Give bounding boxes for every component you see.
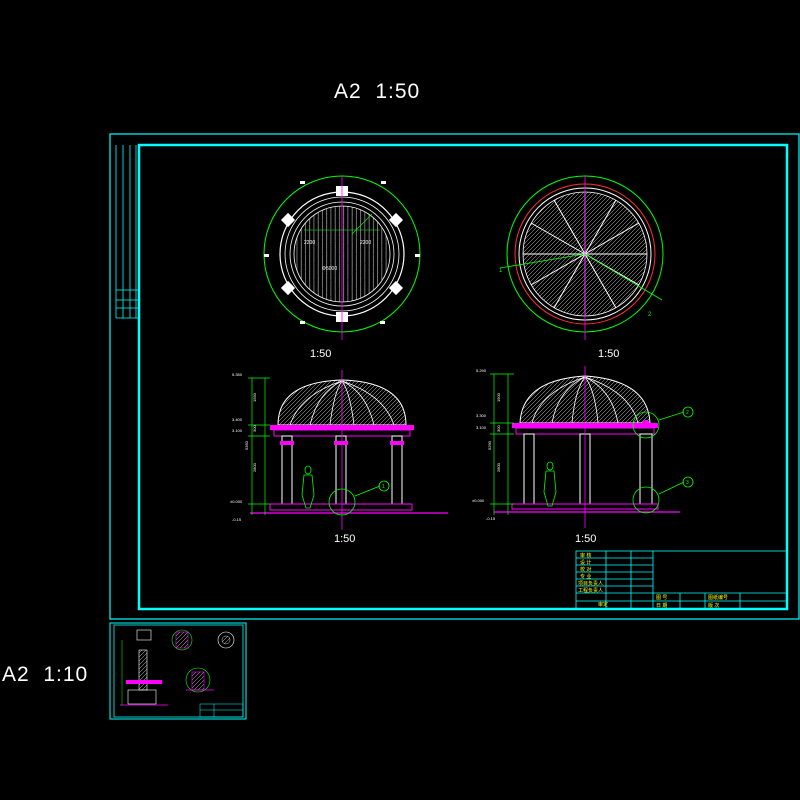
elevation-left: 1 5.350 3.400 3.100 ±0.000 -0.15 1550 30… [230, 370, 448, 530]
plan-dim-1: 2200 [304, 240, 315, 246]
elev-left-level-1: 5.350 [232, 372, 243, 377]
plan-right-scale: 1:50 [598, 348, 619, 360]
elev-right-callout-b: 3 [686, 480, 689, 486]
elev-right-dim-2: 300 [496, 425, 501, 432]
elevation-right-scale: 1:50 [575, 533, 596, 545]
elev-left-level-2: 3.400 [232, 417, 243, 422]
plan-left-scale: 1:50 [310, 348, 331, 360]
elev-right-level-4: ±0.000 [472, 498, 485, 503]
elev-left-level-5: -0.15 [232, 517, 242, 522]
elev-left-dim-1: 1550 [252, 392, 257, 402]
plan-floor-left: 2200 2200 Φ5000 [263, 175, 421, 340]
tb-row-4: 专 业 [580, 573, 591, 580]
tb-row-5: 项目负责人 [578, 580, 603, 587]
elev-right-dim-1: 1900 [496, 392, 501, 402]
tb-sheet-no: 图纸编号 [708, 594, 728, 601]
elevation-left-scale: 1:50 [334, 533, 355, 545]
elev-right-level-1: 5.290 [476, 368, 487, 373]
elev-left-callout: 1 [382, 484, 385, 490]
cad-drawing: 2200 2200 Φ5000 1 2 1:50 1:50 1 5.350 3.… [109, 133, 800, 720]
tb-row-2: 设 计 [580, 559, 591, 566]
main-sheet-frame [109, 133, 800, 620]
elev-right-level-3: 3.100 [476, 425, 487, 430]
plan-roof-right: 1 2 [499, 175, 664, 340]
binding-strip [115, 145, 139, 319]
elev-left-level-4: ±0.000 [230, 499, 243, 504]
plan-dim-dia: Φ5000 [322, 266, 337, 272]
elev-left-level-3: 3.100 [232, 428, 243, 433]
elev-right-dim-3: 2800 [496, 462, 501, 472]
section-marker-b: 2 [648, 312, 652, 318]
tb-row-3: 校 对 [580, 566, 591, 573]
tb-approve: 审定 [598, 601, 608, 608]
elev-right-level-5: -0.15 [486, 516, 496, 521]
elev-left-dim-3: 2800 [252, 462, 257, 472]
title-block: 审 核 设 计 校 对 专 业 项目负责人 工程负责人 审定 图 号 日 期 图… [575, 550, 788, 610]
tb-row-6: 工程负责人 [578, 587, 603, 594]
tb-version: 版 次 [708, 602, 719, 609]
plan-dim-2: 2200 [360, 240, 371, 246]
elevation-right: 2 3 5.290 3.300 3.100 ±0.000 -0.15 1900 … [472, 366, 694, 528]
elev-right-callout-a: 2 [686, 410, 689, 416]
elev-right-level-2: 3.300 [476, 413, 487, 418]
elev-right-dim-4: 5290 [487, 440, 492, 450]
section-marker-a: 1 [499, 268, 503, 274]
elev-left-dim-4: 5350 [244, 440, 249, 450]
elev-left-dim-2: 300 [252, 425, 257, 432]
detail-sheet [109, 622, 247, 720]
tb-row-1: 审 核 [580, 552, 591, 559]
tb-date: 日 期 [656, 603, 667, 609]
tb-drawing-no: 图 号 [656, 595, 667, 601]
